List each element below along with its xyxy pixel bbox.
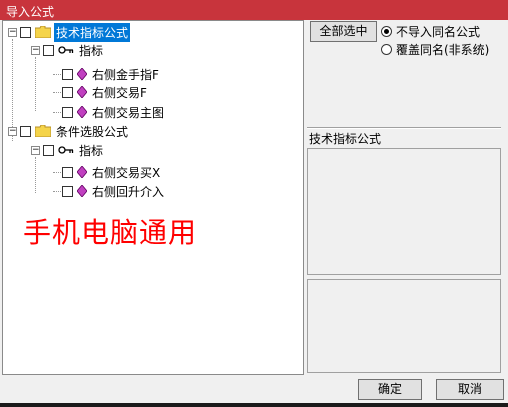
tree-connector — [53, 73, 61, 75]
radio-dot[interactable] — [381, 44, 392, 55]
overlay-promo-text: 手机电脑通用 — [23, 216, 198, 249]
tree-node-indicator[interactable]: − 指标 — [31, 141, 105, 159]
checkbox[interactable] — [20, 26, 31, 38]
radio-skip-duplicate[interactable]: 不导入同名公式 — [381, 23, 480, 40]
formula-tree[interactable]: − 技术指标公式 − 指标 右侧金手指F 右侧交易F 右侧交易主图 − 条件选股… — [2, 20, 304, 375]
checkbox[interactable] — [62, 86, 73, 98]
tree-node-formula[interactable]: 右侧交易买X — [53, 163, 162, 181]
background-strip — [0, 403, 508, 407]
collapse-icon[interactable]: − — [31, 145, 40, 155]
checkbox[interactable] — [43, 144, 54, 156]
title-bar[interactable]: 导入公式 — [0, 0, 508, 20]
tree-connector — [53, 91, 61, 93]
tree-line — [35, 157, 36, 193]
tree-node-label: 右侧交易F — [92, 85, 147, 100]
tree-node-label: 右侧交易主图 — [92, 105, 165, 120]
key-icon — [58, 46, 74, 54]
tree-node-label: 指标 — [79, 143, 104, 158]
tree-node-stock-selection-formula[interactable]: − 条件选股公式 — [8, 122, 130, 140]
collapse-icon[interactable]: − — [8, 126, 17, 136]
tree-node-label: 右侧回升介入 — [92, 184, 165, 199]
radio-overwrite-duplicate[interactable]: 覆盖同名(非系统) — [381, 41, 489, 58]
section-label: 技术指标公式 — [309, 132, 382, 146]
checkbox[interactable] — [62, 68, 73, 80]
ok-button[interactable]: 确定 — [358, 379, 422, 400]
window-title: 导入公式 — [6, 5, 55, 19]
formula-diamond-icon — [77, 166, 87, 178]
tree-node-label: 右侧金手指F — [92, 67, 159, 82]
tree-node-formula[interactable]: 右侧交易主图 — [53, 103, 166, 121]
collapse-icon[interactable]: − — [31, 45, 40, 55]
tree-node-formula[interactable]: 右侧回升介入 — [53, 182, 166, 200]
tree-node-formula[interactable]: 右侧交易F — [53, 83, 149, 101]
preview-panel — [307, 279, 501, 373]
checkbox[interactable] — [62, 185, 73, 197]
import-formula-dialog: 导入公式 − 技术指标公式 − 指标 右侧金手指F 右侧交易F 右侧交易主图 −… — [0, 0, 508, 403]
tree-connector — [53, 171, 61, 173]
separator — [307, 127, 501, 129]
cancel-button[interactable]: 取消 — [436, 379, 504, 400]
formula-diamond-icon — [77, 86, 87, 98]
tree-node-label: 右侧交易买X — [92, 165, 161, 180]
select-all-button[interactable]: 全部选中 — [310, 21, 377, 42]
checkbox[interactable] — [62, 106, 73, 118]
tree-node-indicator[interactable]: − 指标 — [31, 41, 105, 59]
tree-connector — [53, 111, 61, 113]
tree-node-formula[interactable]: 右侧金手指F — [53, 65, 161, 83]
formula-diamond-icon — [77, 68, 87, 80]
radio-label: 覆盖同名(非系统) — [396, 43, 490, 57]
description-panel — [307, 148, 501, 275]
tree-node-label: 指标 — [79, 43, 104, 58]
checkbox[interactable] — [43, 44, 54, 56]
tree-node-label: 技术指标公式 — [54, 22, 131, 42]
key-icon — [58, 146, 74, 154]
radio-label: 不导入同名公式 — [396, 25, 481, 39]
tree-line — [35, 57, 36, 111]
checkbox[interactable] — [20, 125, 31, 137]
tree-node-technical-formula[interactable]: − 技术指标公式 — [8, 22, 131, 42]
folder-icon — [35, 26, 51, 38]
collapse-icon[interactable]: − — [8, 27, 17, 37]
formula-diamond-icon — [77, 185, 87, 197]
tree-connector — [53, 190, 61, 192]
formula-diamond-icon — [77, 106, 87, 118]
tree-node-label: 条件选股公式 — [56, 124, 129, 139]
folder-icon — [35, 125, 51, 137]
radio-dot[interactable] — [381, 26, 392, 37]
checkbox[interactable] — [62, 166, 73, 178]
